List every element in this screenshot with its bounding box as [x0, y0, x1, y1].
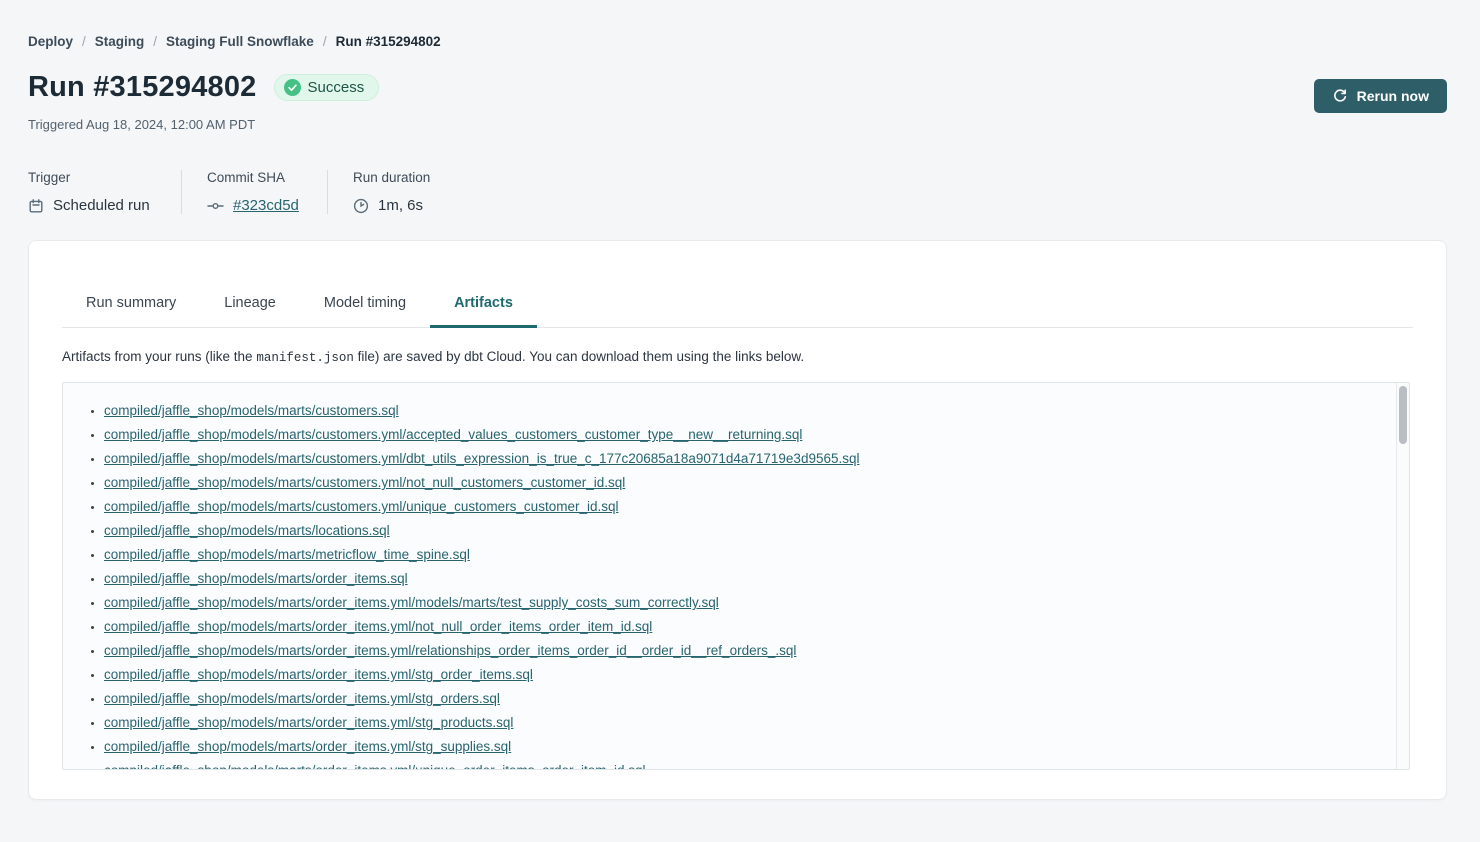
check-circle-icon	[284, 79, 301, 96]
artifact-file-link[interactable]: compiled/jaffle_shop/models/marts/custom…	[104, 427, 802, 442]
manifest-filename-code: manifest.json	[256, 351, 354, 365]
artifact-file-link[interactable]: compiled/jaffle_shop/models/marts/metric…	[104, 547, 470, 562]
run-meta-row: Trigger Scheduled run Commit SHA	[28, 170, 1447, 214]
artifact-file-link[interactable]: compiled/jaffle_shop/models/marts/order_…	[104, 643, 796, 658]
meta-trigger: Trigger Scheduled run	[28, 170, 181, 214]
scrollbar-thumb[interactable]	[1399, 386, 1407, 444]
scrollbar-track[interactable]	[1396, 383, 1409, 769]
artifact-list-item: compiled/jaffle_shop/models/marts/order_…	[104, 759, 1389, 770]
artifact-list-item: compiled/jaffle_shop/models/marts/locati…	[104, 519, 1389, 543]
breadcrumb-separator: /	[82, 34, 86, 49]
artifacts-description-suffix: file) are saved by dbt Cloud. You can do…	[354, 349, 804, 364]
artifact-list-item: compiled/jaffle_shop/models/marts/order_…	[104, 663, 1389, 687]
artifact-list-item: compiled/jaffle_shop/models/marts/custom…	[104, 495, 1389, 519]
artifact-list-item: compiled/jaffle_shop/models/marts/metric…	[104, 543, 1389, 567]
artifact-file-link[interactable]: compiled/jaffle_shop/models/marts/order_…	[104, 667, 533, 682]
artifact-list-item: compiled/jaffle_shop/models/marts/order_…	[104, 591, 1389, 615]
run-detail-card: Run summary Lineage Model timing Artifac…	[28, 240, 1447, 800]
status-badge: Success	[274, 74, 380, 101]
artifact-file-link[interactable]: compiled/jaffle_shop/models/marts/custom…	[104, 499, 618, 514]
artifact-file-list-container: compiled/jaffle_shop/models/marts/custom…	[62, 382, 1410, 770]
meta-duration: Run duration 1m, 6s	[327, 170, 454, 214]
breadcrumb-separator: /	[153, 34, 157, 49]
page-header: Run #315294802 Success Triggered Aug 18,…	[28, 71, 1447, 132]
artifact-list-item: compiled/jaffle_shop/models/marts/custom…	[104, 423, 1389, 447]
artifact-list-item: compiled/jaffle_shop/models/marts/order_…	[104, 567, 1389, 591]
artifact-file-link[interactable]: compiled/jaffle_shop/models/marts/order_…	[104, 619, 652, 634]
meta-duration-label: Run duration	[353, 170, 430, 185]
artifact-file-link[interactable]: compiled/jaffle_shop/models/marts/custom…	[104, 403, 399, 418]
artifact-file-link[interactable]: compiled/jaffle_shop/models/marts/order_…	[104, 691, 500, 706]
meta-commit-label: Commit SHA	[207, 170, 303, 185]
artifact-file-link[interactable]: compiled/jaffle_shop/models/marts/custom…	[104, 475, 625, 490]
breadcrumb-separator: /	[323, 34, 327, 49]
artifacts-description: Artifacts from your runs (like the manif…	[62, 349, 1413, 365]
refresh-icon	[1332, 88, 1348, 104]
tab-lineage[interactable]: Lineage	[200, 285, 300, 327]
artifact-list-item: compiled/jaffle_shop/models/marts/custom…	[104, 471, 1389, 495]
artifact-file-list: compiled/jaffle_shop/models/marts/custom…	[63, 383, 1409, 770]
triggered-timestamp: Triggered Aug 18, 2024, 12:00 AM PDT	[28, 117, 379, 132]
artifact-file-link[interactable]: compiled/jaffle_shop/models/marts/order_…	[104, 595, 719, 610]
artifact-list-item: compiled/jaffle_shop/models/marts/custom…	[104, 399, 1389, 423]
title-block: Run #315294802 Success Triggered Aug 18,…	[28, 71, 379, 132]
artifact-file-link[interactable]: compiled/jaffle_shop/models/marts/order_…	[104, 571, 408, 586]
calendar-icon	[28, 198, 44, 214]
artifact-list-item: compiled/jaffle_shop/models/marts/order_…	[104, 687, 1389, 711]
artifact-list-item: compiled/jaffle_shop/models/marts/order_…	[104, 639, 1389, 663]
run-detail-page: Deploy / Staging / Staging Full Snowflak…	[0, 0, 1480, 800]
clock-icon	[353, 198, 369, 214]
tab-model-timing[interactable]: Model timing	[300, 285, 430, 327]
artifact-list-item: compiled/jaffle_shop/models/marts/custom…	[104, 447, 1389, 471]
commit-icon	[207, 198, 224, 214]
breadcrumb-current-run: Run #315294802	[336, 34, 441, 49]
breadcrumb-job[interactable]: Staging Full Snowflake	[166, 34, 314, 49]
meta-trigger-value: Scheduled run	[53, 197, 150, 214]
breadcrumb-staging[interactable]: Staging	[95, 34, 145, 49]
artifacts-description-prefix: Artifacts from your runs (like the	[62, 349, 256, 364]
artifact-list-item: compiled/jaffle_shop/models/marts/order_…	[104, 711, 1389, 735]
tab-run-summary[interactable]: Run summary	[62, 285, 200, 327]
artifact-file-link[interactable]: compiled/jaffle_shop/models/marts/order_…	[104, 715, 513, 730]
tab-artifacts[interactable]: Artifacts	[430, 285, 537, 327]
artifact-file-link[interactable]: compiled/jaffle_shop/models/marts/locati…	[104, 523, 390, 538]
artifact-file-link[interactable]: compiled/jaffle_shop/models/marts/order_…	[104, 763, 646, 770]
breadcrumb-deploy[interactable]: Deploy	[28, 34, 73, 49]
breadcrumb: Deploy / Staging / Staging Full Snowflak…	[28, 34, 1447, 49]
artifact-file-link[interactable]: compiled/jaffle_shop/models/marts/custom…	[104, 451, 860, 466]
rerun-now-label: Rerun now	[1357, 88, 1429, 104]
commit-sha-link[interactable]: #323cd5d	[233, 197, 299, 214]
artifact-list-item: compiled/jaffle_shop/models/marts/order_…	[104, 735, 1389, 759]
meta-duration-value: 1m, 6s	[378, 197, 423, 214]
meta-trigger-label: Trigger	[28, 170, 157, 185]
tab-bar: Run summary Lineage Model timing Artifac…	[62, 285, 1413, 328]
page-title: Run #315294802	[28, 71, 257, 104]
artifact-list-item: compiled/jaffle_shop/models/marts/order_…	[104, 615, 1389, 639]
rerun-now-button[interactable]: Rerun now	[1314, 79, 1447, 113]
meta-commit: Commit SHA #323cd5d	[181, 170, 327, 214]
status-badge-label: Success	[308, 79, 365, 96]
artifact-file-link[interactable]: compiled/jaffle_shop/models/marts/order_…	[104, 739, 511, 754]
